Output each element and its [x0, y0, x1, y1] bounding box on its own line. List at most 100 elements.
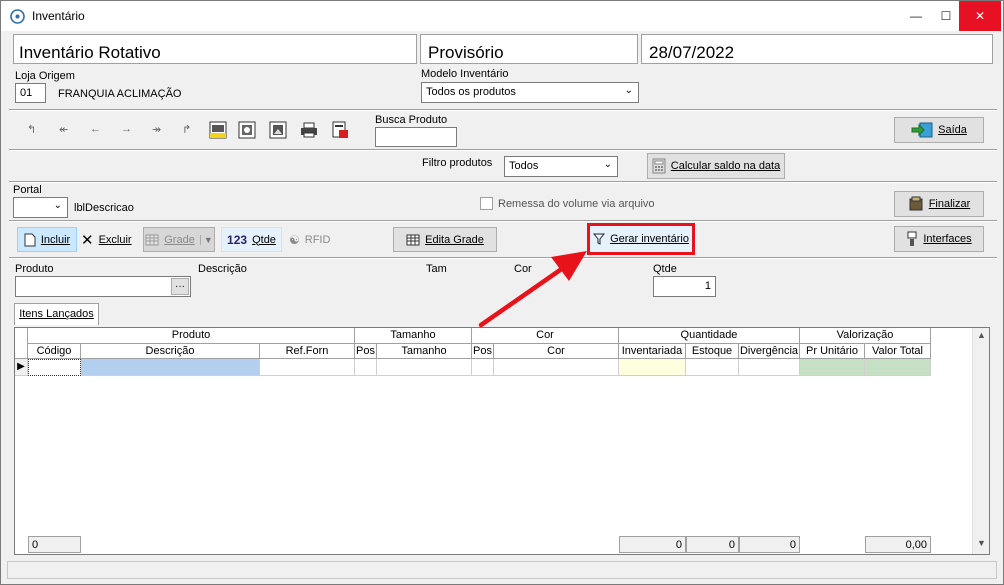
gerar-inventario-button[interactable]: Gerar inventário [587, 223, 695, 255]
first-record-icon[interactable]: ↰ [27, 123, 36, 136]
table-cell[interactable] [686, 359, 739, 376]
column-header[interactable]: Pos [355, 344, 377, 359]
filter-icon[interactable] [209, 121, 227, 139]
rfid-button[interactable]: ☯ RFID [289, 227, 339, 252]
window-title: Inventário [32, 9, 85, 23]
chevron-up-icon[interactable]: ▲ [977, 330, 986, 340]
annotation-arrow-icon [478, 251, 587, 328]
prior-record-icon[interactable]: ← [90, 123, 101, 135]
filtro-label: Filtro produtos [422, 157, 493, 169]
page-title: Inventário Rotativo [19, 43, 161, 62]
column-header[interactable]: Pos [472, 344, 494, 359]
next-record-icon[interactable]: → [121, 123, 132, 135]
remessa-checkbox[interactable] [480, 197, 493, 210]
qtde-field-label: Qtde [653, 263, 677, 275]
table-cell[interactable] [377, 359, 472, 376]
date-text: 28/07/2022 [649, 43, 735, 62]
maximize-button[interactable]: ☐ [931, 1, 961, 31]
table-cell[interactable] [81, 359, 260, 376]
chevron-down-icon: ⌄ [624, 85, 633, 96]
prior-page-icon[interactable]: ↞ [59, 123, 68, 136]
footer-divergencia: 0 [739, 536, 800, 553]
title-bar: Inventário — ☐ ✕ [1, 1, 1003, 31]
grade-button[interactable]: Grade ▼ [143, 227, 215, 252]
close-button[interactable]: ✕ [959, 1, 1001, 31]
finalizar-button[interactable]: Finalizar [894, 191, 984, 217]
footer-valor-total: 0,00 [865, 536, 931, 553]
column-header[interactable]: Tamanho [377, 344, 472, 359]
interfaces-label: Interfaces [923, 233, 972, 245]
divider [9, 221, 997, 222]
busca-produto-input[interactable] [375, 127, 457, 147]
saida-button[interactable]: Saída [894, 117, 984, 143]
incluir-button[interactable]: Incluir [17, 227, 77, 252]
exit-icon [911, 122, 933, 138]
next-page-icon[interactable]: ↠ [152, 123, 161, 136]
table-cell[interactable] [494, 359, 619, 376]
table-cell[interactable] [28, 359, 81, 376]
qtde-input[interactable]: 1 [653, 276, 716, 297]
items-grid[interactable]: Produto Tamanho Cor Quantidade Valorizaç… [14, 327, 990, 555]
column-header[interactable]: Código [28, 344, 81, 359]
busca-label: Busca Produto [375, 114, 448, 126]
excluir-label: Excluir [98, 233, 132, 246]
produto-lookup-button[interactable]: ··· [171, 278, 189, 295]
column-header[interactable]: Estoque [686, 344, 739, 359]
column-header[interactable]: Inventariada [619, 344, 686, 359]
table-cell[interactable] [619, 359, 686, 376]
rfid-icon: ☯ [289, 232, 300, 247]
tam-label: Tam [426, 263, 447, 275]
column-header[interactable]: Divergência [739, 344, 800, 359]
table-cell[interactable] [260, 359, 355, 376]
incluir-label: Incluir [40, 233, 71, 246]
chevron-down-icon[interactable]: ▼ [977, 538, 986, 548]
status-box: Provisório [420, 34, 638, 64]
interfaces-button[interactable]: Interfaces [894, 226, 984, 252]
gerar-label: Gerar inventário [610, 233, 689, 245]
column-header[interactable]: Cor [494, 344, 619, 359]
image-icon[interactable] [269, 121, 287, 139]
print-icon[interactable] [300, 122, 318, 138]
produto-label: Produto [15, 263, 54, 275]
finalize-icon [909, 196, 923, 211]
tab-itens-lancados[interactable]: Itens Lançados [14, 303, 99, 325]
excluir-button[interactable]: ✕ Excluir [81, 227, 139, 252]
footer-count: 0 [28, 536, 81, 553]
column-header[interactable]: Descrição [81, 344, 260, 359]
portal-select[interactable]: ⌄ [13, 197, 68, 218]
portal-label: Portal [13, 184, 42, 196]
inventario-window: Inventário — ☐ ✕ Inventário Rotativo Pro… [0, 0, 1004, 585]
current-row-icon: ▶ [15, 359, 28, 376]
vertical-scrollbar[interactable]: ▲ ▼ [972, 328, 989, 554]
tab-label: Itens Lançados [19, 308, 94, 320]
saida-label: Saída [938, 124, 967, 136]
produto-input[interactable] [15, 276, 191, 297]
qtde-button[interactable]: 123 Qtde [221, 227, 282, 252]
interfaces-icon [907, 231, 917, 246]
row-indicator-header [15, 328, 28, 359]
table-cell[interactable] [739, 359, 800, 376]
modelo-select[interactable]: Todos os produtos ⌄ [421, 82, 639, 103]
column-header[interactable]: Valor Total [865, 344, 931, 359]
loja-name: FRANQUIA ACLIMAÇÃO [58, 88, 182, 100]
table-cell[interactable] [355, 359, 377, 376]
column-header[interactable]: Pr Unitário [800, 344, 865, 359]
minimize-button[interactable]: — [901, 1, 931, 31]
remessa-label: Remessa do volume via arquivo [498, 198, 655, 210]
calcular-saldo-button[interactable]: Calcular saldo na data [647, 153, 785, 179]
export-icon[interactable] [331, 121, 349, 139]
grid-icon [406, 234, 420, 245]
loja-code-field[interactable]: 01 [15, 83, 46, 103]
last-record-icon[interactable]: ↱ [182, 123, 191, 136]
filtro-select[interactable]: Todos ⌄ [504, 156, 618, 177]
modelo-value: Todos os produtos [426, 86, 516, 98]
divider [9, 182, 997, 183]
view-icon[interactable] [238, 121, 256, 139]
table-cell[interactable] [865, 359, 931, 376]
table-cell[interactable] [472, 359, 494, 376]
table-cell[interactable] [800, 359, 865, 376]
grid-icon [145, 234, 159, 245]
column-header[interactable]: Ref.Forn [260, 344, 355, 359]
app-icon [10, 9, 25, 24]
rfid-label: RFID [304, 233, 331, 246]
